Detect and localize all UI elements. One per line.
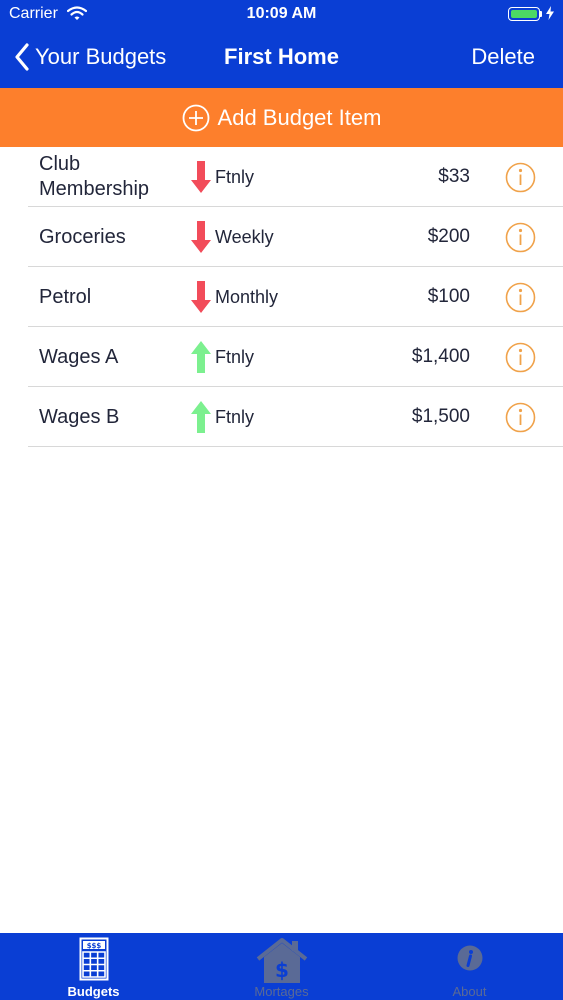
tab-about[interactable]: About (376, 933, 563, 1000)
item-frequency: Ftnly (215, 406, 255, 427)
item-frequency: Ftnly (215, 166, 255, 187)
plus-circle-icon (182, 104, 209, 131)
tab-budgets-label: Budgets (67, 984, 120, 999)
item-name: Wages A (39, 345, 119, 368)
svg-text:$: $ (275, 958, 289, 982)
back-button-label: Your Budgets (35, 44, 167, 69)
budget-item-row[interactable]: Groceries Weekly $200 (0, 207, 563, 267)
page-title: First Home (224, 44, 339, 69)
item-amount: $1,400 (411, 346, 470, 367)
item-amount: $33 (438, 166, 470, 187)
status-bar: Carrier 10:09 AM (0, 0, 563, 30)
house-dollar-icon: $ (256, 938, 307, 983)
tab-budgets[interactable]: $$$ Budgets (0, 933, 187, 1000)
income-arrow-up-icon (191, 401, 211, 433)
svg-text:$$$: $$$ (86, 942, 101, 950)
info-icon[interactable] (505, 342, 536, 373)
chevron-left-icon (15, 43, 29, 71)
budget-item-row[interactable]: Wages A Ftnly $1,400 (0, 327, 563, 387)
tab-mortages[interactable]: $ Mortages (188, 933, 375, 1000)
add-budget-item-button[interactable]: Add Budget Item (0, 88, 563, 147)
info-icon[interactable] (505, 222, 536, 253)
item-amount: $100 (427, 286, 470, 307)
income-arrow-up-icon (191, 341, 211, 373)
budget-item-row[interactable]: Wages B Ftnly $1,500 (0, 387, 563, 447)
budget-item-row[interactable]: Club Membership Ftnly $33 (0, 147, 563, 207)
expense-arrow-down-icon (191, 221, 211, 253)
tab-about-label: About (452, 984, 487, 999)
item-frequency: Ftnly (215, 346, 255, 367)
item-name: Groceries (39, 225, 126, 248)
tab-bar: $$$ Budgets $ Mortages About (0, 933, 563, 1000)
item-name: Petrol (39, 285, 92, 308)
item-amount: $1,500 (411, 406, 470, 427)
navigation-header: Carrier 10:09 AM Your Budgets First Home… (0, 0, 563, 88)
info-icon[interactable] (505, 162, 536, 193)
battery-icon (508, 7, 540, 21)
status-time: 10:09 AM (246, 5, 317, 22)
item-name: Wages B (39, 405, 120, 428)
back-button[interactable]: Your Budgets (14, 40, 166, 74)
calculator-icon: $$$ (79, 937, 108, 981)
info-icon[interactable] (505, 402, 536, 433)
expense-arrow-down-icon (191, 161, 211, 193)
add-budget-item-label: Add Budget Item (217, 104, 382, 130)
tab-mortages-label: Mortages (254, 984, 309, 999)
budget-item-row[interactable]: Petrol Monthly $100 (0, 267, 563, 327)
expense-arrow-down-icon (191, 281, 211, 313)
info-icon[interactable] (505, 282, 536, 313)
item-amount: $200 (427, 226, 470, 247)
delete-button[interactable]: Delete (471, 44, 535, 70)
item-frequency: Weekly (215, 226, 274, 247)
info-icon (457, 945, 482, 971)
item-name: Club Membership (39, 153, 150, 200)
budget-item-list: Club Membership Ftnly $33 Groceries Week… (0, 147, 563, 447)
charging-bolt-icon (546, 6, 554, 20)
battery-nub (540, 11, 542, 17)
item-frequency: Monthly (215, 286, 279, 307)
